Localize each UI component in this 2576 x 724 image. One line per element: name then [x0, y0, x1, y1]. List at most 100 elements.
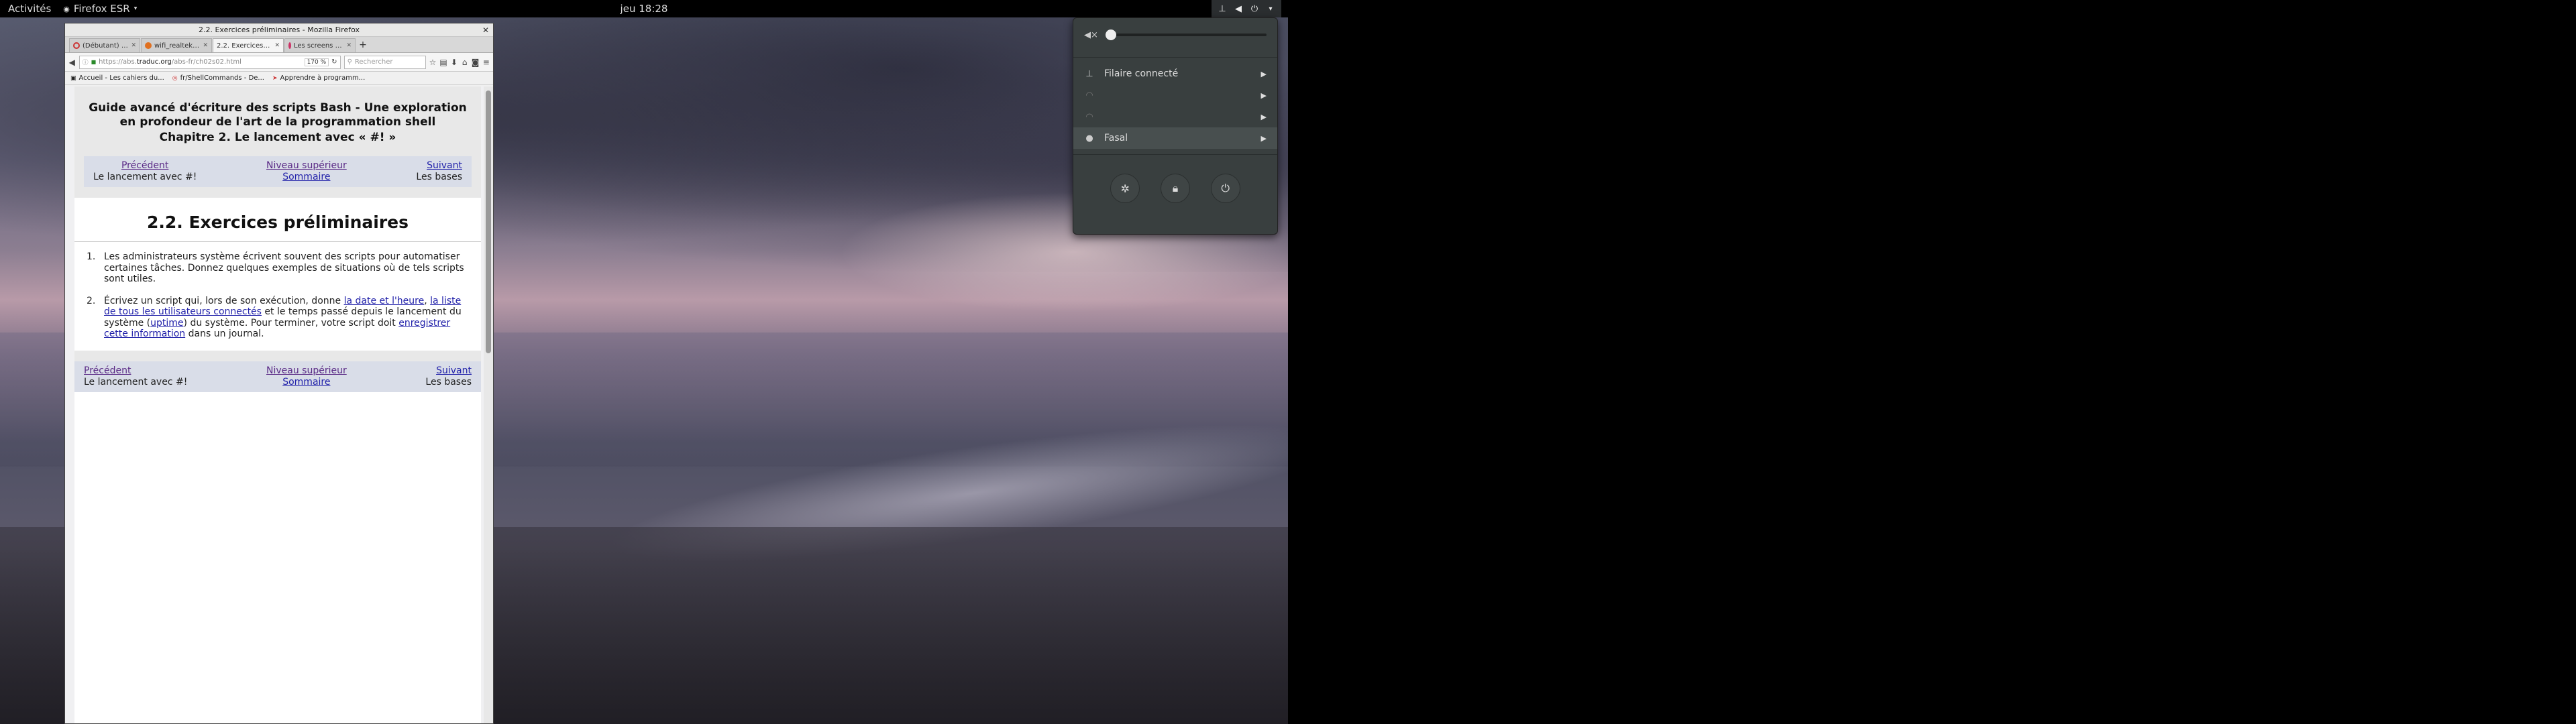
scrollbar-thumb[interactable]	[486, 90, 491, 353]
new-tab-button[interactable]: +	[356, 38, 370, 52]
section-title: 2.2. Exercices préliminaires	[74, 198, 481, 242]
bookmark-star-button[interactable]: ☆	[429, 56, 437, 68]
window-titlebar[interactable]: 2.2. Exercices préliminaires - Mozilla F…	[65, 23, 493, 37]
search-placeholder: Rechercher	[354, 58, 393, 66]
next-title: Les bases	[425, 376, 472, 387]
search-icon: ⚲	[347, 58, 352, 66]
app-menu[interactable]: ◉ Firefox ESR ▾	[59, 3, 141, 15]
user-item[interactable]: ● Fasal ▶	[1073, 127, 1277, 149]
date-link[interactable]: la date et l'heure	[344, 296, 425, 306]
url-domain: traduc.org	[136, 58, 172, 66]
pocket-button[interactable]: ◙	[472, 56, 480, 68]
volume-muted-icon: ◀×	[1084, 29, 1098, 40]
bookmark-item[interactable]: ➤ Apprendre à programm...	[272, 74, 365, 82]
up-link[interactable]: Niveau supérieur	[266, 365, 347, 377]
bookmarks-toolbar: ▣ Accueil - Les cahiers du... ◎ fr/ShellCo…	[65, 72, 493, 85]
firefox-icon: ◉	[63, 4, 70, 13]
bookmark-item[interactable]: ▣ Accueil - Les cahiers du...	[70, 74, 164, 82]
wifi-item-1[interactable]: ◠ ▶	[1073, 84, 1277, 106]
zoom-indicator[interactable]: 170 %	[304, 58, 329, 66]
volume-slider[interactable]	[1106, 29, 1267, 40]
page-viewport[interactable]: Guide avancé d'écriture des scripts Bash…	[65, 86, 485, 723]
favicon-icon	[288, 42, 291, 49]
back-button[interactable]: ◀	[68, 56, 76, 68]
user-label: Fasal	[1104, 133, 1128, 143]
settings-button[interactable]: ✲	[1110, 174, 1140, 203]
tab-label: 2.2. Exercices préliminaires	[217, 42, 272, 50]
exercise-text: Écrivez un script qui, lors de son exécu…	[104, 295, 462, 340]
volume-row: ◀×	[1073, 18, 1277, 52]
close-window-button[interactable]: ✕	[482, 23, 489, 37]
library-button[interactable]: ▤	[439, 56, 447, 68]
url-prefix: https://abs.	[99, 58, 137, 66]
app-menu-label: Firefox ESR	[73, 3, 130, 15]
page-header-title: Guide avancé d'écriture des scripts Bash…	[89, 101, 467, 129]
firefox-window: 2.2. Exercices préliminaires - Mozilla F…	[64, 23, 494, 724]
reload-icon[interactable]: ↻	[331, 58, 337, 66]
bookmark-item[interactable]: ◎ fr/ShellCommands - De...	[172, 74, 264, 82]
close-tab-icon[interactable]: ✕	[131, 42, 136, 49]
power-icon: ⏻	[1221, 182, 1230, 194]
prev-link[interactable]: Précédent	[84, 365, 187, 377]
prev-title: Le lancement avec #!	[93, 172, 197, 182]
menu-button[interactable]: ≡	[482, 56, 490, 68]
prev-title: Le lancement avec #!	[84, 376, 188, 387]
home-link[interactable]: Sommaire	[282, 172, 330, 183]
exercise-text: Les administrateurs système écrivent sou…	[104, 251, 464, 284]
tab-1[interactable]: (Débutant) Problème ... ✕	[69, 38, 140, 52]
wifi-icon: ◠	[1085, 111, 1093, 122]
volume-slider-knob[interactable]	[1106, 29, 1116, 40]
network-wired-icon: ⊥	[1218, 3, 1226, 14]
wired-connection-label: Filaire connecté	[1104, 68, 1179, 79]
tab-2[interactable]: wifi_realtek_rtl8187 -... ✕	[141, 38, 212, 52]
downloads-button[interactable]: ⬇	[451, 56, 458, 68]
volume-muted-icon: ◀	[1235, 3, 1242, 14]
navigation-toolbar: ◀ ⓘ ■ https://abs.traduc.org/abs-fr/ch02…	[65, 53, 493, 72]
list-item: 2. Écrivez un script qui, lors de son ex…	[87, 296, 470, 340]
close-tab-icon[interactable]: ✕	[203, 42, 208, 49]
bookmark-icon: ➤	[272, 74, 278, 82]
activities-button[interactable]: Activités	[0, 3, 59, 15]
up-link[interactable]: Niveau supérieur	[266, 160, 347, 172]
uptime-link[interactable]: uptime	[150, 318, 183, 328]
page-header: Guide avancé d'écriture des scripts Bash…	[74, 86, 481, 198]
chevron-right-icon: ▶	[1260, 69, 1267, 78]
power-icon: ⏻	[1250, 3, 1258, 14]
user-icon: ●	[1085, 133, 1093, 143]
home-link[interactable]: Sommaire	[282, 377, 330, 388]
lock-button[interactable]: 🔒︎	[1160, 174, 1190, 203]
window-title: 2.2. Exercices préliminaires - Mozilla F…	[198, 25, 360, 34]
lock-icon: ■	[91, 59, 97, 65]
top-bar: Activités ◉ Firefox ESR ▾ jeu 18:28 ⊥ ◀ …	[0, 0, 1288, 17]
clock[interactable]: jeu 18:28	[621, 3, 668, 15]
info-icon[interactable]: ⓘ	[83, 58, 89, 66]
next-link[interactable]: Suivant	[436, 365, 472, 377]
url-bar[interactable]: ⓘ ■ https://abs.traduc.org/abs-fr/ch02s0…	[78, 55, 341, 69]
chapter-title: Chapitre 2. Le lancement avec « #! »	[159, 131, 396, 144]
next-title: Les bases	[416, 172, 462, 182]
close-tab-icon[interactable]: ✕	[346, 42, 352, 49]
bookmark-icon: ◎	[172, 74, 178, 82]
wired-connection-item[interactable]: ⊥ Filaire connecté ▶	[1073, 63, 1277, 84]
prev-link[interactable]: Précédent	[93, 160, 197, 172]
close-tab-icon[interactable]: ✕	[274, 42, 280, 49]
exercise-list: 1. Les administrateurs système écrivent …	[74, 242, 481, 340]
scrollbar[interactable]	[484, 86, 493, 723]
settings-icon: ✲	[1120, 182, 1130, 195]
lock-icon: 🔒︎	[1172, 182, 1179, 194]
search-box[interactable]: ⚲ Rechercher	[343, 55, 426, 69]
wifi-icon: ◠	[1085, 90, 1093, 101]
tab-label: wifi_realtek_rtl8187 -...	[154, 42, 201, 50]
favicon-icon	[145, 42, 152, 49]
next-link[interactable]: Suivant	[427, 160, 462, 172]
wifi-item-2[interactable]: ◠ ▶	[1073, 106, 1277, 127]
bookmark-icon: ▣	[70, 74, 76, 82]
tab-3[interactable]: 2.2. Exercices préliminaires ✕	[213, 38, 284, 52]
home-button[interactable]: ⌂	[461, 56, 468, 68]
chevron-right-icon: ▶	[1260, 112, 1267, 121]
network-wired-icon: ⊥	[1085, 68, 1093, 79]
power-off-button[interactable]: ⏻	[1210, 174, 1240, 203]
top-navigation: Précédent Le lancement avec #! Niveau su…	[84, 156, 472, 187]
status-area[interactable]: ⊥ ◀ ⏻ ▾	[1205, 0, 1288, 17]
tab-4[interactable]: Les screens sous Debia... ✕	[284, 38, 356, 52]
